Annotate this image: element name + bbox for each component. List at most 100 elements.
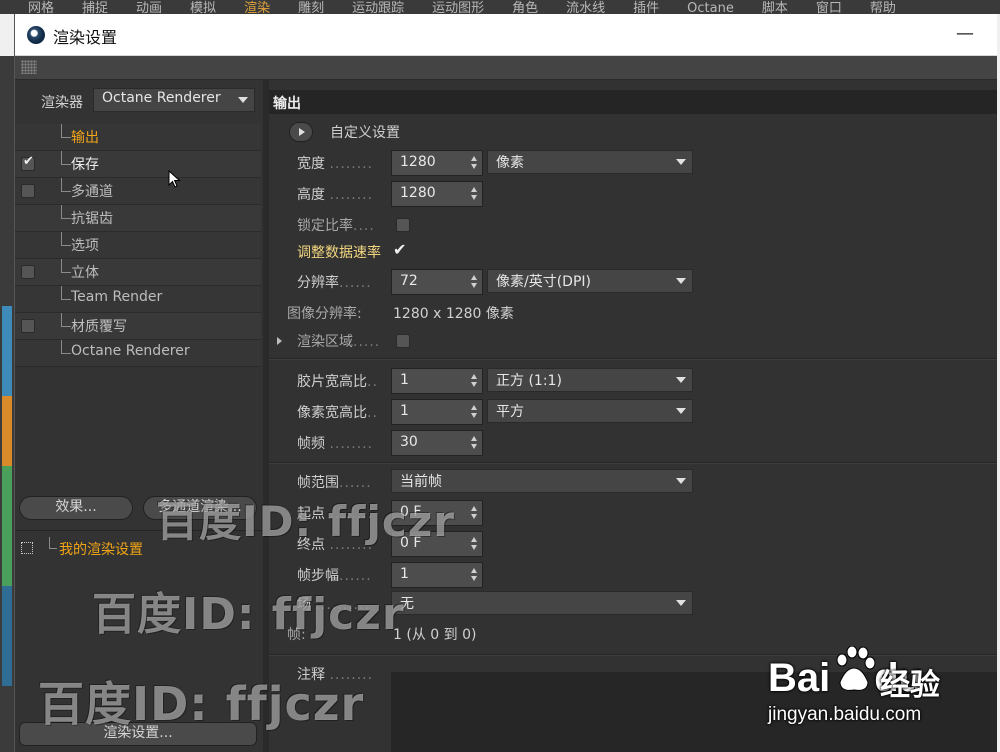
width-unit-dropdown[interactable]: 像素	[487, 150, 693, 174]
tree-item[interactable]: 材质覆写	[15, 313, 261, 340]
image-resolution-value: 1280 x 1280 像素	[393, 306, 514, 322]
height-row: 高度 ........ 1280	[269, 180, 997, 208]
resolution-unit-dropdown[interactable]: 像素/英寸(DPI)	[487, 269, 693, 293]
tree-item[interactable]: Octane Renderer	[15, 340, 261, 367]
film-aspect-dropdown[interactable]: 正方 (1:1)	[487, 368, 693, 392]
notes-textarea[interactable]	[391, 672, 997, 752]
fps-field[interactable]: 30	[391, 430, 483, 456]
lock-ratio-label: 锁定比率....	[297, 218, 375, 234]
renderer-value: Octane Renderer	[102, 90, 221, 106]
tree-branch-line	[61, 232, 71, 246]
render-setting-item[interactable]: 我的渲染设置	[15, 537, 263, 559]
spinner-icon[interactable]	[471, 404, 478, 420]
adapt-data-rate-row: 调整数据速率 ✔	[269, 238, 997, 266]
screen: 网格 捕捉 动画 模拟 渲染 雕刻 运动跟踪 运动图形 角色 流水线 插件 Octane 脚本 窗口 帮助 …	[0, 0, 1000, 752]
title-bar[interactable]: 渲染设置 —	[15, 14, 997, 56]
width-field[interactable]: 1280	[391, 150, 483, 176]
spinner-icon[interactable]	[471, 186, 478, 202]
background-menu-item: 运动图形	[432, 1, 485, 14]
background-menu-item: 窗口	[815, 1, 842, 14]
start-row: 起点 ........ 0 F	[269, 499, 997, 527]
adapt-data-rate-checkmark-icon[interactable]: ✔	[393, 240, 406, 259]
pixel-aspect-field[interactable]: 1	[391, 399, 483, 425]
field-row: 场 .......... 无	[269, 590, 997, 618]
tree-item-checkbox[interactable]	[21, 265, 35, 279]
minimize-button[interactable]: —	[945, 22, 985, 48]
tree-item[interactable]: 抗锯齿	[15, 205, 261, 232]
background-menu-item: 网格	[28, 1, 55, 14]
start-field[interactable]: 0 F	[391, 500, 483, 526]
frames-value: 1 (从 0 到 0)	[393, 627, 477, 643]
frame-range-dropdown[interactable]: 当前帧	[391, 469, 693, 493]
background-menu-item: 动画	[136, 1, 163, 14]
spinner-icon[interactable]	[471, 536, 478, 552]
tree-item[interactable]: 保存	[15, 151, 261, 178]
fps-label: 帧频 ........	[297, 436, 374, 452]
frame-step-row: 帧步幅...... 1	[269, 561, 997, 589]
tree-item[interactable]: 多通道	[15, 178, 261, 205]
frame-range-label: 帧范围......	[297, 475, 372, 491]
adapt-data-rate-label: 调整数据速率	[297, 245, 381, 261]
tree-item-checkbox[interactable]	[21, 184, 35, 198]
tree-item-label: 立体	[71, 265, 99, 281]
end-field[interactable]: 0 F	[391, 531, 483, 557]
image-resolution-label: 图像分辨率:	[287, 306, 362, 322]
render-setting-list: 我的渲染设置	[15, 530, 263, 736]
lock-ratio-checkbox[interactable]	[396, 218, 410, 232]
background-menu-item: 流水线	[566, 1, 606, 14]
spinner-icon[interactable]	[471, 435, 478, 451]
tree-item[interactable]: 立体	[15, 259, 261, 286]
spinner-icon[interactable]	[471, 567, 478, 583]
render-settings-button[interactable]: 渲染设置...	[19, 722, 257, 746]
render-settings-dialog: 渲染设置 — 渲染器 Octane Renderer 输出保存多通道抗锯齿选项立…	[14, 14, 997, 752]
tree-item[interactable]: 选项	[15, 232, 261, 259]
tree-item-label: 材质覆写	[71, 319, 127, 335]
spinner-icon[interactable]	[471, 373, 478, 389]
background-menu-item: 模拟	[190, 1, 217, 14]
tree-item-label: 抗锯齿	[71, 211, 113, 227]
preset-menu-button[interactable]	[289, 122, 313, 142]
lock-ratio-row: 锁定比率....	[269, 211, 997, 239]
effects-button[interactable]: 效果...	[19, 496, 133, 520]
renderer-dropdown[interactable]: Octane Renderer	[93, 88, 255, 112]
start-label: 起点 ........	[297, 506, 374, 522]
tree-item-checkbox[interactable]	[21, 319, 35, 333]
notes-label: 注释 ........	[297, 667, 374, 683]
drag-grip-icon[interactable]	[21, 60, 37, 74]
tree-branch-line	[61, 259, 71, 273]
chevron-down-icon	[238, 97, 248, 103]
height-field[interactable]: 1280	[391, 181, 483, 207]
pixel-aspect-dropdown[interactable]: 平方	[487, 399, 693, 423]
expand-arrow-icon[interactable]	[277, 337, 282, 345]
tree-item-label: Octane Renderer	[71, 343, 190, 359]
tree-item[interactable]: 输出	[15, 124, 261, 151]
chevron-down-icon	[676, 278, 686, 284]
frame-range-row: 帧范围...... 当前帧	[269, 468, 997, 496]
frames-label: 帧:	[287, 627, 306, 643]
tree-item[interactable]: Team Render	[15, 286, 261, 313]
render-setting-label: 我的渲染设置	[59, 542, 143, 558]
end-row: 终点 ........ 0 F	[269, 530, 997, 558]
tree-item-label: Team Render	[71, 289, 163, 305]
background-menu-item: Octane	[687, 1, 734, 14]
tree-item-checkbox[interactable]	[21, 154, 35, 171]
frame-step-field[interactable]: 1	[391, 562, 483, 588]
spinner-icon[interactable]	[471, 274, 478, 290]
chevron-down-icon	[676, 408, 686, 414]
background-menu-item: 渲染	[244, 1, 271, 14]
image-resolution-row: 图像分辨率: 1280 x 1280 像素	[269, 299, 997, 327]
film-aspect-field[interactable]: 1	[391, 368, 483, 394]
render-region-label: 渲染区域.....	[297, 334, 381, 350]
resolution-field[interactable]: 72	[391, 269, 483, 295]
expand-icon[interactable]	[21, 542, 33, 554]
cinema4d-app-icon	[27, 26, 45, 44]
spinner-icon[interactable]	[471, 155, 478, 171]
field-label: 场 ..........	[297, 597, 370, 613]
tree-item-label: 多通道	[71, 184, 113, 200]
render-region-checkbox[interactable]	[396, 334, 410, 348]
field-dropdown[interactable]: 无	[391, 591, 693, 615]
multipass-render-button[interactable]: 多通道渲染...	[143, 496, 257, 520]
film-aspect-label: 胶片宽高比..	[297, 374, 378, 390]
frames-row: 帧: 1 (从 0 到 0)	[269, 620, 997, 648]
spinner-icon[interactable]	[471, 505, 478, 521]
